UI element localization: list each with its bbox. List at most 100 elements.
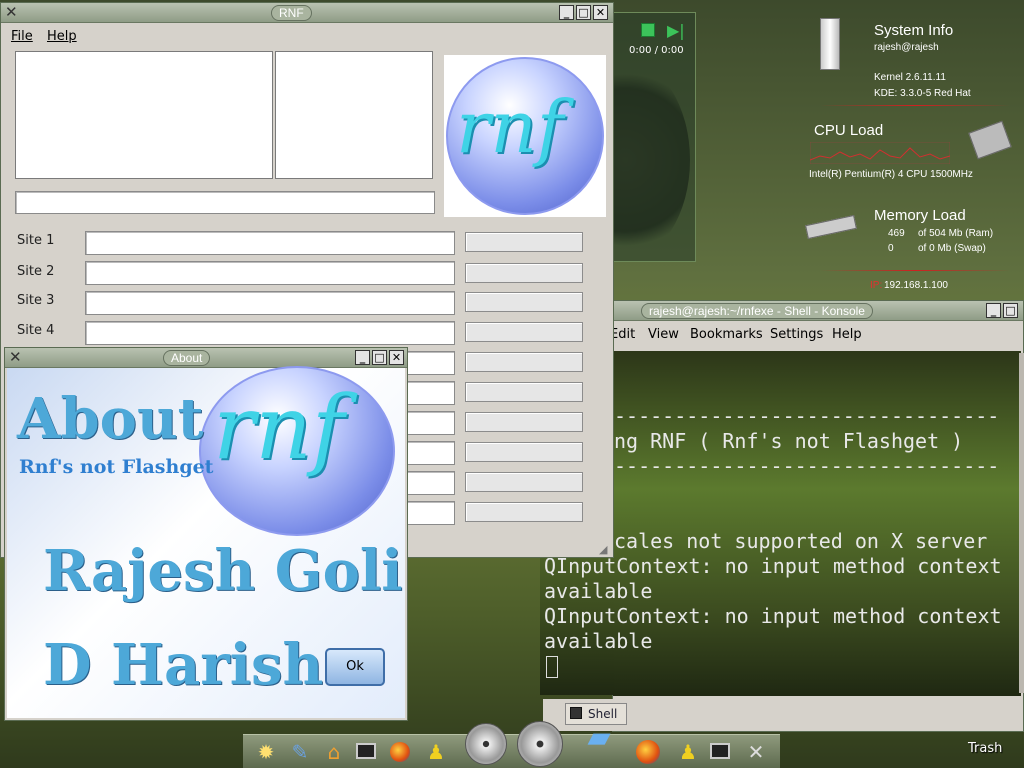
site-input-2[interactable] [85,261,455,285]
terminal-line: available [544,579,653,603]
window-menu-icon[interactable]: ✕ [9,350,22,365]
system-info-widget: System Info rajesh@rajesh Kernel 2.6.11.… [800,10,1024,300]
computer-icon [820,18,840,70]
ok-button-label: Ok [346,659,364,674]
system-user: rajesh@rajesh [874,42,939,53]
rnf-titlebar[interactable]: ✕ RNF _ □ ✕ [1,3,613,23]
terminal-scrollbar[interactable] [1019,353,1024,693]
site-button-6[interactable] [465,382,583,402]
konsole-titlebar[interactable]: rajesh@rajesh:~/rnfexe - Shell - Konsole… [613,301,1023,321]
taskbar: ✹ ✎ ⌂ ♟ ▰ ♟ ✕ [243,721,780,768]
next-icon[interactable]: ▶| [667,21,685,40]
resize-grip-icon[interactable]: ◢ [599,543,607,556]
x-window-icon[interactable]: ✕ [743,739,769,765]
media-player: ▶| 0:00 / 0:00 [612,12,696,262]
stop-icon[interactable] [641,23,655,37]
author-name-2: D Harish [43,632,324,698]
cpu-description: Intel(R) Pentium(R) 4 CPU 1500MHz [809,169,973,180]
menu-view[interactable]: View [648,327,679,342]
site-button-1[interactable] [465,232,583,252]
rnf-menubar: File Help [1,23,613,49]
site-label-2: Site 2 [17,264,55,279]
kernel-version: Kernel 2.6.11.11 [874,72,946,83]
minimize-icon[interactable]: _ [355,350,370,365]
menu-settings[interactable]: Settings [770,327,823,342]
rnf-logo-text: rnf [456,85,564,169]
kde-version: KDE: 3.3.0-5 Red Hat [874,88,971,99]
about-heading: About [17,386,204,452]
author-name-1: Rajesh Goli [43,538,403,604]
about-titlebar[interactable]: ✕ About _ □ ✕ [5,348,407,368]
trash-label[interactable]: Trash [968,741,1002,756]
terminal-icon[interactable] [707,739,733,765]
terminal-line: -------------------------------- [614,454,1000,478]
site-button-10[interactable] [465,502,583,522]
folder-icon[interactable]: ▰ [579,723,619,761]
terminal-icon[interactable] [353,739,379,765]
site-input-1[interactable] [85,231,455,255]
site-button-3[interactable] [465,292,583,312]
site-button-5[interactable] [465,352,583,372]
site-input-4[interactable] [85,321,455,345]
ip-address: 192.168.1.100 [884,280,948,291]
about-content: rnf About Rnf's not Flashget Rajesh Goli… [7,366,405,718]
site-label-1: Site 1 [17,233,55,248]
firefox-icon[interactable] [387,739,413,765]
close-icon[interactable]: ✕ [389,350,404,365]
site-button-2[interactable] [465,263,583,283]
memory-stick-icon [805,214,857,240]
site-button-9[interactable] [465,472,583,492]
url-input[interactable] [15,191,435,214]
user-icon[interactable]: ♟ [423,739,449,765]
ip-label: IP: [870,280,883,291]
cd-player-icon[interactable] [465,723,507,765]
menu-help[interactable]: Help [47,29,77,44]
site-button-7[interactable] [465,412,583,432]
divider [820,270,1010,271]
close-icon[interactable]: ✕ [593,5,608,20]
terminal-line: -------------------------------- [614,404,1000,428]
terminal-line: ng RNF ( Rnf's not Flashget ) [614,429,964,453]
minimize-icon[interactable]: _ [986,303,1001,318]
site-input-3[interactable] [85,291,455,315]
download-list[interactable] [15,51,273,179]
firefox-icon[interactable] [635,739,661,765]
window-menu-icon[interactable]: ✕ [5,5,18,20]
menu-file[interactable]: File [11,29,33,44]
site-button-8[interactable] [465,442,583,462]
cpu-chip-icon [968,120,1012,160]
home-icon[interactable]: ⌂ [321,739,347,765]
swap-used: 0 [888,243,894,254]
site-label-3: Site 3 [17,293,55,308]
terminal-icon [570,707,582,719]
shell-tab-label: Shell [588,707,618,721]
about-title: About [163,350,211,366]
site-button-4[interactable] [465,322,583,342]
editor-icon[interactable]: ✎ [287,739,313,765]
terminal-line: QInputContext: no input method context [544,604,1002,628]
rnf-logo: rnf [444,55,606,217]
terminal-line: cales not supported on X server [614,529,988,553]
maximize-icon[interactable]: □ [576,5,591,20]
dvd-player-icon[interactable] [517,721,563,767]
user-icon[interactable]: ♟ [675,739,701,765]
cpu-load-title: CPU Load [814,122,884,139]
terminal-cursor [546,656,558,678]
terminal-line: available [544,629,653,653]
player-time: 0:00 / 0:00 [629,45,684,56]
ram-used: 469 [888,228,905,239]
konsole-title: rajesh@rajesh:~/rnfexe - Shell - Konsole [641,303,873,319]
site-label-4: Site 4 [17,323,55,338]
about-subtitle: Rnf's not Flashget [19,456,214,478]
menu-bookmarks[interactable]: Bookmarks [690,327,763,342]
ok-button[interactable]: Ok [325,648,385,686]
minimize-icon[interactable]: _ [559,5,574,20]
maximize-icon[interactable]: □ [372,350,387,365]
terminal-area[interactable] [613,351,1021,696]
maximize-icon[interactable]: □ [1003,303,1018,318]
about-window: ✕ About _ □ ✕ rnf About Rnf's not Flashg… [4,347,408,721]
menu-help[interactable]: Help [832,327,862,342]
system-info-title: System Info [874,22,954,39]
settings-icon[interactable]: ✹ [253,739,279,765]
status-panel[interactable] [275,51,433,179]
